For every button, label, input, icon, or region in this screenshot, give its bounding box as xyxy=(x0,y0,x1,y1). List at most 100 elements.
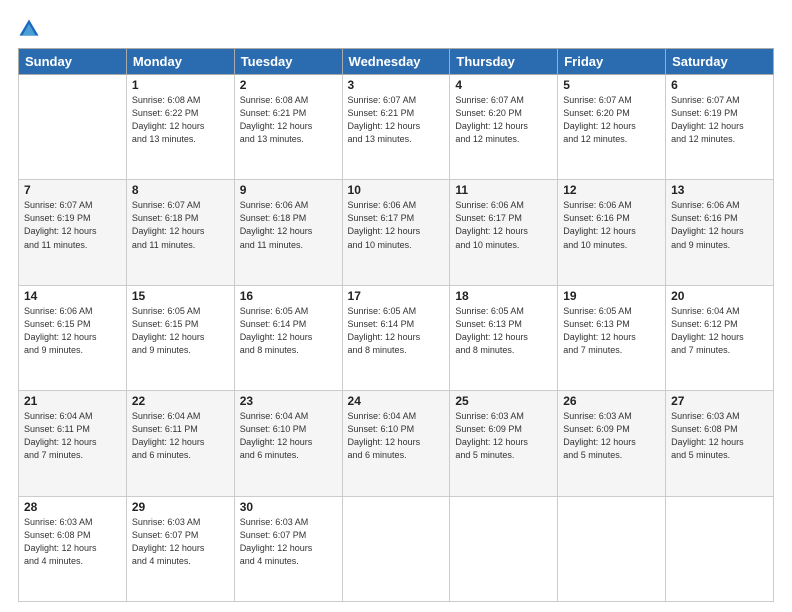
day-number: 11 xyxy=(455,183,552,197)
day-info: Sunrise: 6:05 AM Sunset: 6:13 PM Dayligh… xyxy=(563,305,660,357)
day-number: 18 xyxy=(455,289,552,303)
calendar-cell: 2 Sunrise: 6:08 AM Sunset: 6:21 PM Daylig… xyxy=(234,75,342,180)
week-row-5: 28 Sunrise: 6:03 AM Sunset: 6:08 PM Dayli… xyxy=(19,496,774,601)
calendar-cell xyxy=(342,496,450,601)
weekday-header-wednesday: Wednesday xyxy=(342,49,450,75)
day-number: 17 xyxy=(348,289,445,303)
day-info: Sunrise: 6:07 AM Sunset: 6:21 PM Dayligh… xyxy=(348,94,445,146)
day-number: 20 xyxy=(671,289,768,303)
calendar-cell: 5 Sunrise: 6:07 AM Sunset: 6:20 PM Daylig… xyxy=(558,75,666,180)
calendar-cell xyxy=(19,75,127,180)
day-number: 22 xyxy=(132,394,229,408)
page: SundayMondayTuesdayWednesdayThursdayFrid… xyxy=(0,0,792,612)
day-info: Sunrise: 6:07 AM Sunset: 6:19 PM Dayligh… xyxy=(24,199,121,251)
logo xyxy=(18,18,42,40)
day-number: 26 xyxy=(563,394,660,408)
day-number: 10 xyxy=(348,183,445,197)
day-number: 24 xyxy=(348,394,445,408)
calendar-cell: 29Sunrise: 6:03 AM Sunset: 6:07 PM Dayli… xyxy=(126,496,234,601)
day-info: Sunrise: 6:06 AM Sunset: 6:16 PM Dayligh… xyxy=(563,199,660,251)
calendar-cell: 22 Sunrise: 6:04 AM Sunset: 6:11 PM Dayli… xyxy=(126,391,234,496)
calendar-cell: 20 Sunrise: 6:04 AM Sunset: 6:12 PM Dayli… xyxy=(666,285,774,390)
day-info: Sunrise: 6:08 AM Sunset: 6:21 PM Dayligh… xyxy=(240,94,337,146)
day-info: Sunrise: 6:03 AM Sunset: 6:08 PM Dayligh… xyxy=(671,410,768,462)
calendar-cell: 4 Sunrise: 6:07 AM Sunset: 6:20 PM Daylig… xyxy=(450,75,558,180)
weekday-header-sunday: Sunday xyxy=(19,49,127,75)
weekday-header-monday: Monday xyxy=(126,49,234,75)
week-row-3: 14 Sunrise: 6:06 AM Sunset: 6:15 PM Dayli… xyxy=(19,285,774,390)
calendar-cell: 9 Sunrise: 6:06 AM Sunset: 6:18 PM Daylig… xyxy=(234,180,342,285)
header xyxy=(18,18,774,40)
day-info: Sunrise: 6:05 AM Sunset: 6:15 PM Dayligh… xyxy=(132,305,229,357)
day-number: 9 xyxy=(240,183,337,197)
calendar-cell xyxy=(666,496,774,601)
day-number: 7 xyxy=(24,183,121,197)
weekday-header-thursday: Thursday xyxy=(450,49,558,75)
day-number: 13 xyxy=(671,183,768,197)
day-number: 16 xyxy=(240,289,337,303)
calendar-cell xyxy=(450,496,558,601)
day-number: 1 xyxy=(132,78,229,92)
week-row-4: 21 Sunrise: 6:04 AM Sunset: 6:11 PM Dayli… xyxy=(19,391,774,496)
day-info: Sunrise: 6:07 AM Sunset: 6:18 PM Dayligh… xyxy=(132,199,229,251)
calendar-cell: 13 Sunrise: 6:06 AM Sunset: 6:16 PM Dayli… xyxy=(666,180,774,285)
day-info: Sunrise: 6:07 AM Sunset: 6:20 PM Dayligh… xyxy=(455,94,552,146)
calendar-cell: 10 Sunrise: 6:06 AM Sunset: 6:17 PM Dayli… xyxy=(342,180,450,285)
calendar-cell: 16 Sunrise: 6:05 AM Sunset: 6:14 PM Dayli… xyxy=(234,285,342,390)
day-info: Sunrise: 6:03 AM Sunset: 6:09 PM Dayligh… xyxy=(563,410,660,462)
day-number: 25 xyxy=(455,394,552,408)
calendar-cell: 21 Sunrise: 6:04 AM Sunset: 6:11 PM Dayli… xyxy=(19,391,127,496)
calendar-cell: 7 Sunrise: 6:07 AM Sunset: 6:19 PM Daylig… xyxy=(19,180,127,285)
day-number: 28 xyxy=(24,500,121,514)
day-info: Sunrise: 6:04 AM Sunset: 6:10 PM Dayligh… xyxy=(348,410,445,462)
day-info: Sunrise: 6:05 AM Sunset: 6:14 PM Dayligh… xyxy=(240,305,337,357)
calendar-cell: 14 Sunrise: 6:06 AM Sunset: 6:15 PM Dayli… xyxy=(19,285,127,390)
calendar-cell: 12 Sunrise: 6:06 AM Sunset: 6:16 PM Dayli… xyxy=(558,180,666,285)
day-info: Sunrise: 6:07 AM Sunset: 6:20 PM Dayligh… xyxy=(563,94,660,146)
day-number: 2 xyxy=(240,78,337,92)
day-number: 3 xyxy=(348,78,445,92)
calendar-cell: 24 Sunrise: 6:04 AM Sunset: 6:10 PM Dayli… xyxy=(342,391,450,496)
calendar-cell: 3 Sunrise: 6:07 AM Sunset: 6:21 PM Daylig… xyxy=(342,75,450,180)
calendar-cell xyxy=(558,496,666,601)
day-number: 12 xyxy=(563,183,660,197)
day-info: Sunrise: 6:03 AM Sunset: 6:08 PM Dayligh… xyxy=(24,516,121,568)
day-number: 8 xyxy=(132,183,229,197)
day-info: Sunrise: 6:04 AM Sunset: 6:10 PM Dayligh… xyxy=(240,410,337,462)
calendar-cell: 15 Sunrise: 6:05 AM Sunset: 6:15 PM Dayli… xyxy=(126,285,234,390)
day-number: 19 xyxy=(563,289,660,303)
calendar-cell: 19 Sunrise: 6:05 AM Sunset: 6:13 PM Dayli… xyxy=(558,285,666,390)
calendar-cell: 6 Sunrise: 6:07 AM Sunset: 6:19 PM Daylig… xyxy=(666,75,774,180)
day-number: 15 xyxy=(132,289,229,303)
day-info: Sunrise: 6:06 AM Sunset: 6:15 PM Dayligh… xyxy=(24,305,121,357)
calendar-cell: 30Sunrise: 6:03 AM Sunset: 6:07 PM Dayli… xyxy=(234,496,342,601)
calendar-cell: 27 Sunrise: 6:03 AM Sunset: 6:08 PM Dayli… xyxy=(666,391,774,496)
week-row-2: 7 Sunrise: 6:07 AM Sunset: 6:19 PM Daylig… xyxy=(19,180,774,285)
weekday-header-row: SundayMondayTuesdayWednesdayThursdayFrid… xyxy=(19,49,774,75)
calendar-cell: 18Sunrise: 6:05 AM Sunset: 6:13 PM Dayli… xyxy=(450,285,558,390)
day-info: Sunrise: 6:06 AM Sunset: 6:18 PM Dayligh… xyxy=(240,199,337,251)
day-info: Sunrise: 6:06 AM Sunset: 6:17 PM Dayligh… xyxy=(455,199,552,251)
day-number: 6 xyxy=(671,78,768,92)
weekday-header-friday: Friday xyxy=(558,49,666,75)
day-number: 21 xyxy=(24,394,121,408)
day-number: 27 xyxy=(671,394,768,408)
day-info: Sunrise: 6:05 AM Sunset: 6:14 PM Dayligh… xyxy=(348,305,445,357)
calendar-cell: 17 Sunrise: 6:05 AM Sunset: 6:14 PM Dayli… xyxy=(342,285,450,390)
day-number: 5 xyxy=(563,78,660,92)
day-info: Sunrise: 6:04 AM Sunset: 6:12 PM Dayligh… xyxy=(671,305,768,357)
calendar-cell: 28 Sunrise: 6:03 AM Sunset: 6:08 PM Dayli… xyxy=(19,496,127,601)
day-info: Sunrise: 6:07 AM Sunset: 6:19 PM Dayligh… xyxy=(671,94,768,146)
logo-icon xyxy=(18,18,40,40)
day-number: 29 xyxy=(132,500,229,514)
day-number: 14 xyxy=(24,289,121,303)
day-number: 4 xyxy=(455,78,552,92)
day-info: Sunrise: 6:04 AM Sunset: 6:11 PM Dayligh… xyxy=(24,410,121,462)
day-info: Sunrise: 6:04 AM Sunset: 6:11 PM Dayligh… xyxy=(132,410,229,462)
weekday-header-tuesday: Tuesday xyxy=(234,49,342,75)
week-row-1: 1Sunrise: 6:08 AM Sunset: 6:22 PM Daylig… xyxy=(19,75,774,180)
day-info: Sunrise: 6:06 AM Sunset: 6:16 PM Dayligh… xyxy=(671,199,768,251)
calendar-cell: 25Sunrise: 6:03 AM Sunset: 6:09 PM Dayli… xyxy=(450,391,558,496)
day-info: Sunrise: 6:03 AM Sunset: 6:07 PM Dayligh… xyxy=(240,516,337,568)
day-info: Sunrise: 6:06 AM Sunset: 6:17 PM Dayligh… xyxy=(348,199,445,251)
